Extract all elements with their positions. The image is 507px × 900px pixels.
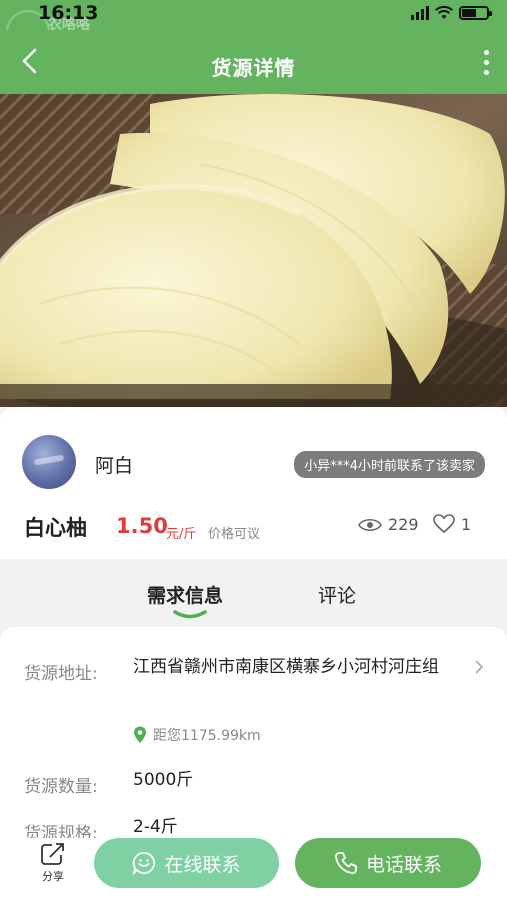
more-options-icon[interactable]	[484, 50, 489, 75]
recent-contact-badge: 小异***4小时前联系了该卖家	[294, 451, 485, 478]
spec-label: 货源规格:	[24, 824, 98, 838]
eye-icon	[358, 518, 382, 531]
online-contact-label: 在线联系	[164, 853, 241, 876]
signal-icon	[411, 6, 429, 20]
distance-info: 距您1175.99km	[133, 725, 261, 745]
distance-value: 距您1175.99km	[153, 728, 261, 744]
phone-contact-label: 电话联系	[365, 853, 442, 876]
supply-info-section: 货源地址: 江西省赣州市南康区横寨乡小河村河庄组 距您1175.99km 货源数…	[0, 627, 507, 838]
status-time: 16:13	[38, 2, 99, 24]
share-label: 分享	[42, 870, 64, 883]
wifi-icon	[435, 6, 453, 19]
avatar[interactable]	[22, 435, 76, 489]
price-unit: 元/斤	[166, 527, 197, 542]
price-negotiable-label: 价格可议	[208, 527, 261, 542]
quantity-value: 5000斤	[133, 770, 194, 790]
status-icons	[411, 6, 492, 20]
seller-card: 阿白 小异***4小时前联系了该卖家 白心柚 1.50 元/斤 价格可议 229…	[0, 407, 507, 559]
bottom-action-bar: 分享 在线联系 电话联系	[0, 838, 507, 900]
phone-contact-button[interactable]: 电话联系	[295, 838, 481, 888]
battery-icon	[459, 6, 492, 20]
seller-name[interactable]: 阿白	[95, 451, 133, 478]
product-price: 1.50	[116, 514, 168, 538]
share-button[interactable]: 分享	[34, 842, 72, 884]
tab-demand-info[interactable]: 需求信息	[147, 581, 223, 608]
pomelo-photo	[0, 94, 507, 407]
product-image-carousel[interactable]	[0, 94, 507, 407]
chevron-right-icon[interactable]	[473, 659, 485, 675]
address-label: 货源地址:	[24, 664, 98, 684]
share-icon	[41, 843, 64, 865]
view-count: 229	[358, 515, 419, 534]
detail-tabs: 需求信息 评论	[0, 559, 507, 627]
online-contact-button[interactable]: 在线联系	[94, 838, 279, 888]
quantity-label: 货源数量:	[24, 777, 98, 797]
spec-value: 2-4斤	[133, 817, 178, 837]
nav-bar: 货源详情	[0, 30, 507, 94]
like-count-value: 1	[461, 514, 472, 534]
chat-icon	[133, 852, 156, 875]
status-bar: 农咯咯 16:13	[0, 0, 507, 54]
like-count[interactable]: 1	[433, 514, 471, 534]
address-value[interactable]: 江西省赣州市南康区横寨乡小河村河庄组	[133, 653, 463, 682]
tab-comments[interactable]: 评论	[318, 581, 356, 608]
phone-icon	[335, 852, 357, 874]
location-pin-icon	[134, 726, 146, 743]
page-title: 货源详情	[211, 56, 296, 80]
tab-active-indicator	[173, 610, 207, 619]
view-count-value: 229	[388, 515, 419, 534]
heart-icon[interactable]	[433, 514, 455, 534]
product-name: 白心柚	[24, 516, 87, 540]
